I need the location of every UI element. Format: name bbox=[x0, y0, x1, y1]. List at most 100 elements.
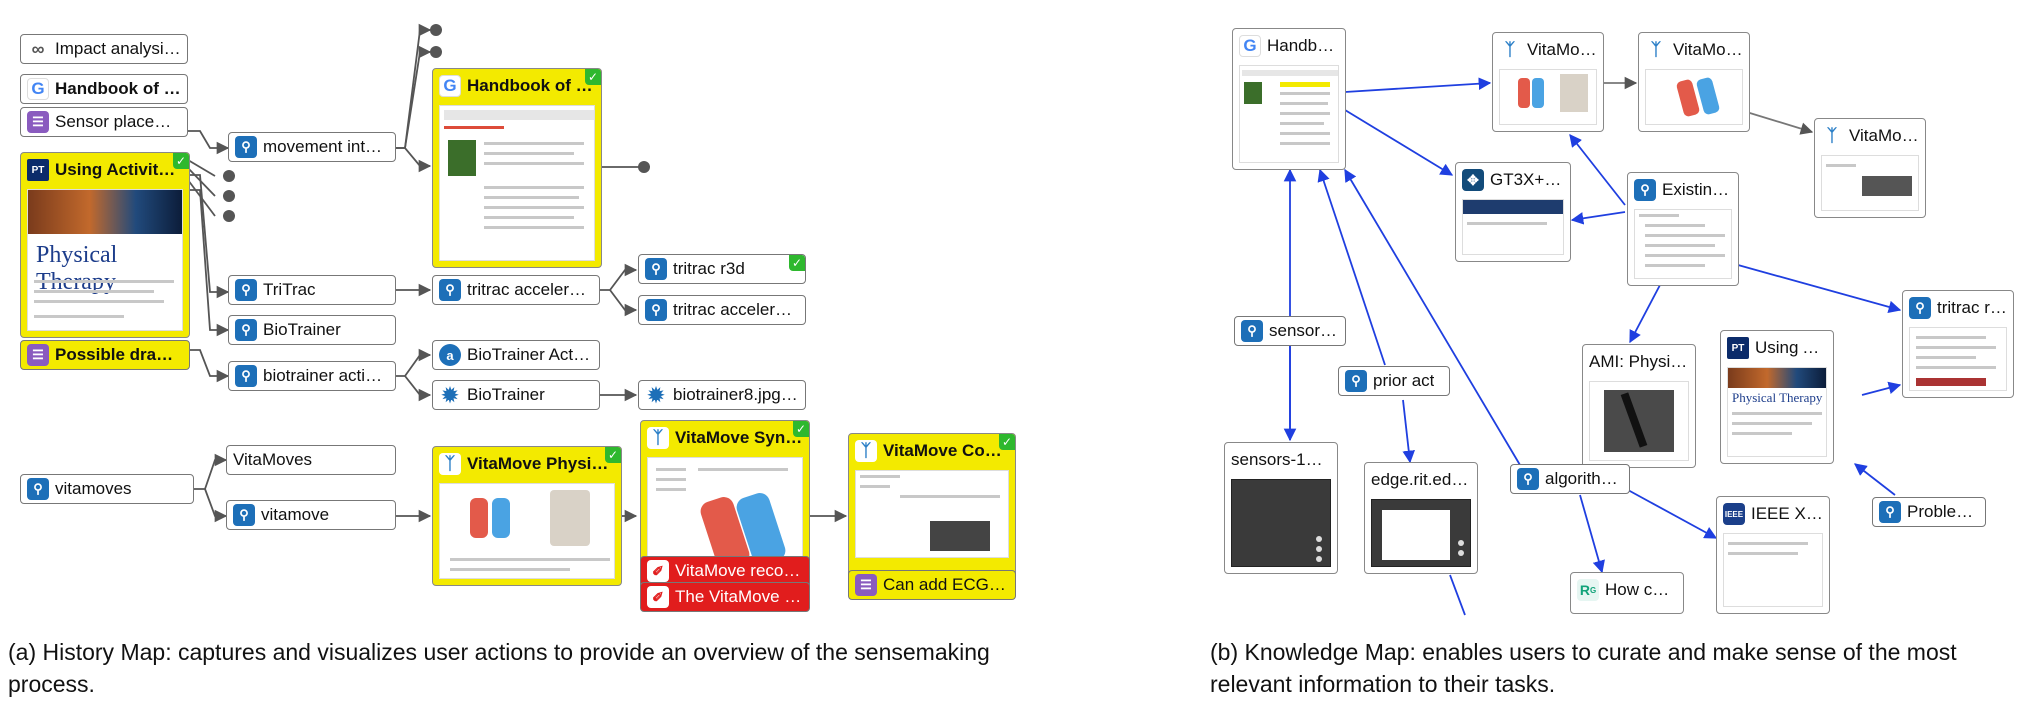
caption-knowledge-map: (b) Knowledge Map: enables users to cura… bbox=[1210, 639, 1957, 697]
edge bbox=[188, 349, 230, 383]
node-impact-analysis[interactable]: ∞ Impact analysis o... bbox=[20, 34, 188, 64]
km-card-ami[interactable]: AMI: Physiol... bbox=[1582, 344, 1696, 468]
a-icon: a bbox=[439, 344, 461, 366]
edge bbox=[1449, 574, 1466, 616]
search-icon: ⚲ bbox=[1634, 179, 1656, 201]
page-thumbnail bbox=[439, 105, 595, 261]
node-tritrac-accelerometer-2[interactable]: ⚲ tritrac accelerom... bbox=[638, 295, 806, 325]
check-icon: ✓ bbox=[789, 255, 805, 271]
edge bbox=[1629, 284, 1661, 344]
node-movement-intensity[interactable]: ⚲ movement intens... bbox=[228, 132, 396, 162]
edge bbox=[188, 174, 230, 299]
search-icon: ⚲ bbox=[645, 258, 667, 280]
leaf-dot bbox=[223, 170, 235, 182]
node-handbook[interactable]: G Handbook of Re... bbox=[20, 74, 188, 104]
edge bbox=[404, 375, 432, 402]
google-icon: G bbox=[1239, 35, 1261, 57]
researchgate-icon: RG bbox=[1577, 579, 1599, 601]
page-thumbnail bbox=[1645, 69, 1743, 125]
search-icon: ⚲ bbox=[235, 136, 257, 158]
page-thumbnail: Physical Therapy bbox=[27, 189, 183, 331]
edge bbox=[395, 348, 432, 377]
edge bbox=[204, 488, 228, 523]
km-card-existing[interactable]: ⚲ Existing ... bbox=[1627, 172, 1739, 286]
vitamove-icon: ᛉ bbox=[439, 453, 461, 475]
brush-icon: ✐ bbox=[647, 560, 669, 582]
edge bbox=[1344, 109, 1454, 176]
node-ecg-note[interactable]: ☰ Can add ECG 3 ... bbox=[848, 570, 1016, 600]
search-icon: ⚲ bbox=[235, 319, 257, 341]
page-thumbnail bbox=[1231, 479, 1331, 567]
check-icon: ✓ bbox=[999, 434, 1015, 450]
km-node-prior[interactable]: ⚲ prior act bbox=[1338, 366, 1450, 396]
km-card-using-activity[interactable]: PT Using Act... Physical Therapy bbox=[1720, 330, 1834, 464]
edge bbox=[1344, 77, 1492, 93]
check-icon: ✓ bbox=[793, 421, 809, 437]
node-vitamoves-link[interactable]: VitaMoves bbox=[226, 445, 396, 475]
edge bbox=[404, 45, 432, 149]
km-card-tritrac-r3d[interactable]: ⚲ tritrac r3d bbox=[1902, 290, 2014, 398]
check-icon: ✓ bbox=[605, 447, 621, 463]
search-icon: ⚲ bbox=[645, 299, 667, 321]
edge bbox=[1569, 134, 1626, 206]
search-icon: ⚲ bbox=[1345, 370, 1367, 392]
km-card-how-can[interactable]: RG How can... bbox=[1570, 572, 1684, 614]
edge bbox=[1861, 381, 1902, 396]
thumbnail-title: Physical Therapy bbox=[36, 242, 118, 295]
brush-icon: ✐ bbox=[647, 586, 669, 608]
node-vitamoves-search[interactable]: ⚲ vitamoves bbox=[20, 474, 194, 504]
km-card-vitamove-1[interactable]: ᛉ VitaMov... bbox=[1492, 32, 1604, 132]
km-card-vitamove-2[interactable]: ᛉ VitaMov... bbox=[1638, 32, 1750, 132]
node-vitamove-so[interactable]: ✐ The VitaMove so... bbox=[640, 582, 810, 612]
node-biotrainer-activity-page[interactable]: a BioTrainer Activit... bbox=[432, 340, 600, 370]
note-icon: ☰ bbox=[27, 111, 49, 133]
search-icon: ⚲ bbox=[235, 365, 257, 387]
note-icon: ☰ bbox=[27, 344, 49, 366]
edge bbox=[395, 23, 432, 149]
node-biotrainer-activity[interactable]: ⚲ biotrainer activity... bbox=[228, 361, 396, 391]
km-card-edge[interactable]: edge.rit.edu/... bbox=[1364, 462, 1478, 574]
km-card-ieee[interactable]: IEEE IEEE Xpl... bbox=[1716, 496, 1830, 614]
leaf-dot bbox=[430, 24, 442, 36]
page-thumbnail bbox=[1371, 499, 1471, 567]
caption-history-map: (a) History Map: captures and visualizes… bbox=[8, 639, 990, 697]
page-thumbnail bbox=[1589, 381, 1689, 461]
node-vitamove-search[interactable]: ⚲ vitamove bbox=[226, 500, 396, 530]
km-node-problem[interactable]: ⚲ Problem... bbox=[1872, 497, 1986, 527]
pt-logo-icon: PT bbox=[27, 159, 49, 181]
node-sensor-placement[interactable]: ☰ Sensor placeme... bbox=[20, 107, 188, 137]
card-vitamove-physic[interactable]: ᛉ VitaMove Physic... ✓ bbox=[432, 446, 622, 586]
search-icon: ⚲ bbox=[1879, 501, 1901, 523]
page-thumbnail bbox=[1909, 327, 2007, 391]
km-card-sensors10[interactable]: sensors-10-0... bbox=[1224, 442, 1338, 574]
node-biotrainer-page[interactable]: ✹ BioTrainer bbox=[432, 380, 600, 410]
node-possible-drawbacks[interactable]: ☰ Possible drawba... bbox=[20, 340, 190, 370]
node-biotrainer-image[interactable]: ✹ biotrainer8.jpg (8... bbox=[638, 380, 806, 410]
node-biotrainer[interactable]: ⚲ BioTrainer bbox=[228, 315, 396, 345]
edge bbox=[1627, 489, 1718, 539]
km-card-handbook[interactable]: G Handboo... bbox=[1232, 28, 1346, 170]
km-node-algorithms[interactable]: ⚲ algorithms bbox=[1510, 464, 1630, 494]
gear-icon: ✹ bbox=[645, 384, 667, 407]
km-card-vitamove-3[interactable]: ᛉ VitaMov... bbox=[1814, 118, 1926, 218]
google-icon: G bbox=[27, 78, 49, 100]
node-tritrac-r3d[interactable]: ⚲ tritrac r3d ✓ bbox=[638, 254, 806, 284]
google-icon: G bbox=[439, 75, 461, 97]
km-node-sensor[interactable]: ⚲ sensor p... bbox=[1234, 316, 1346, 346]
leaf-dot bbox=[223, 210, 235, 222]
check-icon: ✓ bbox=[585, 69, 601, 85]
node-tritrac-accelerometer[interactable]: ⚲ tritrac accelerom... bbox=[432, 275, 600, 305]
search-icon: ⚲ bbox=[1241, 320, 1263, 342]
card-handbook[interactable]: G Handbook of Re... ✓ bbox=[432, 68, 602, 268]
km-card-gt3x[interactable]: ✥ GT3X+ M... bbox=[1455, 162, 1571, 262]
edge bbox=[1854, 463, 1896, 496]
gear-icon: ✹ bbox=[439, 384, 461, 407]
check-icon: ✓ bbox=[173, 153, 189, 169]
card-using-activity[interactable]: PT Using Activity M... Physical Therapy … bbox=[20, 152, 190, 338]
edge bbox=[187, 159, 216, 177]
pt-logo-icon: PT bbox=[1727, 337, 1749, 359]
node-tritrac[interactable]: ⚲ TriTrac bbox=[228, 275, 396, 305]
page-thumbnail: Physical Therapy bbox=[1727, 367, 1827, 457]
thumbnail-title: Physical Therapy bbox=[1732, 390, 1823, 405]
edge bbox=[598, 263, 638, 291]
